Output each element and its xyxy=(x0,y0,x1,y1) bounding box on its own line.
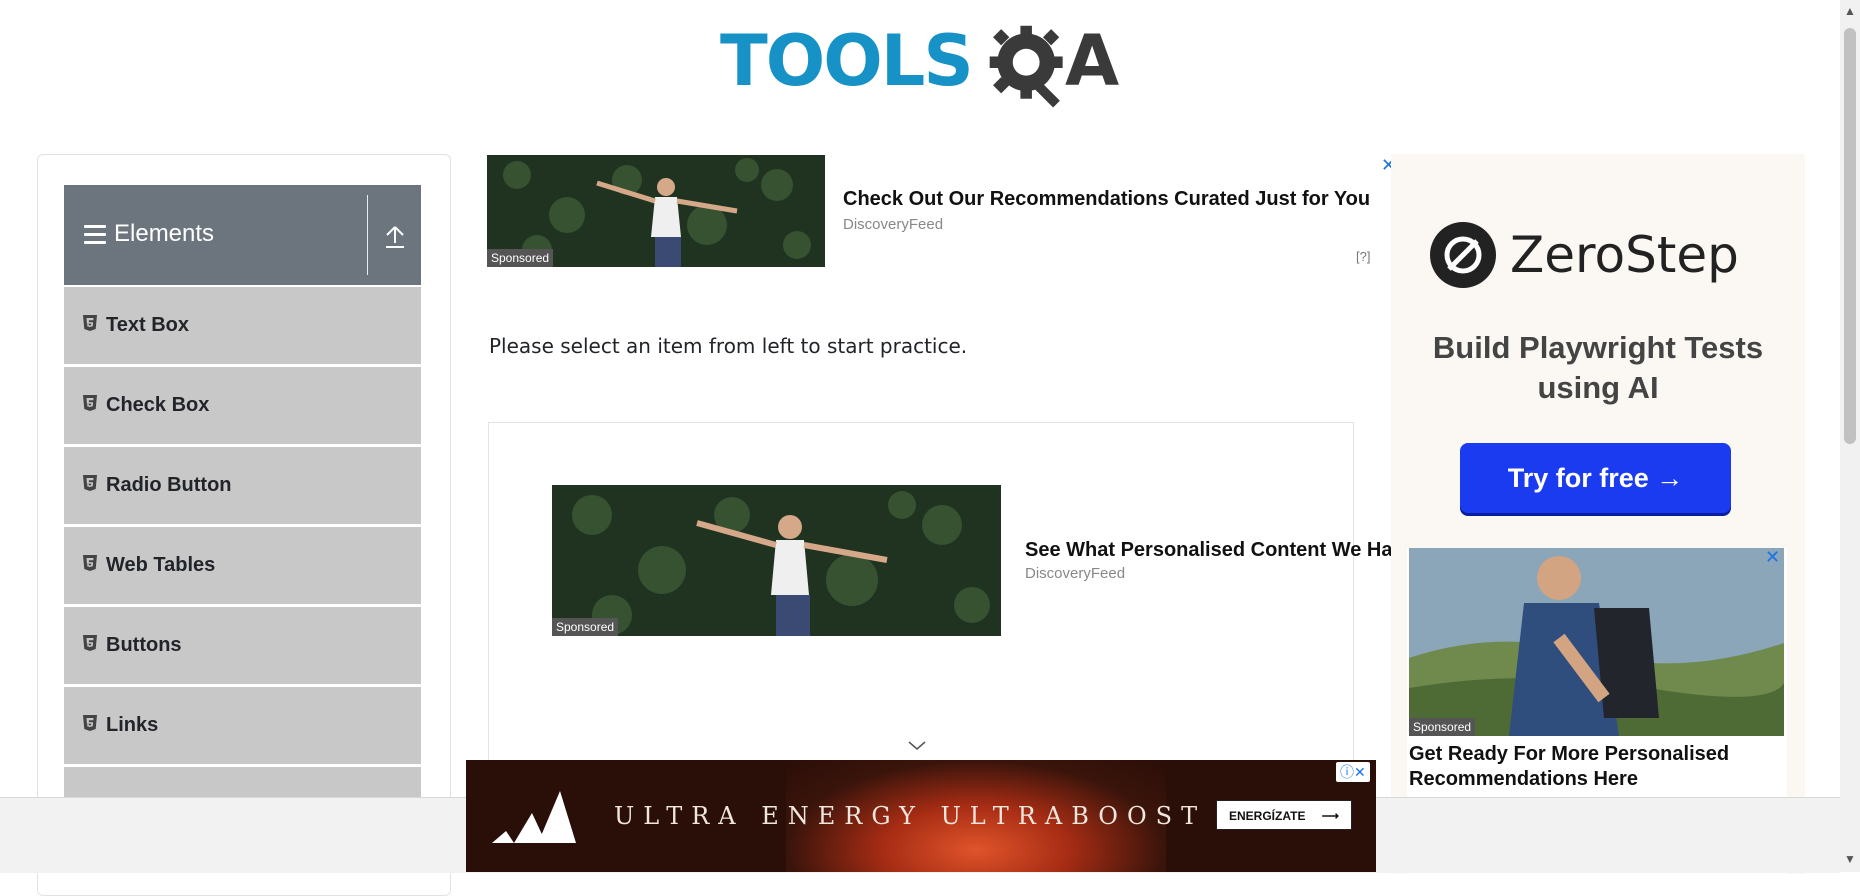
scroll-down-icon[interactable]: ▼ xyxy=(1844,852,1856,866)
ad-help-link[interactable]: [?] xyxy=(1356,249,1370,264)
hamburger-icon xyxy=(84,225,106,249)
html5-icon xyxy=(83,635,97,651)
zerostep-tagline: Build Playwright Tests using AI xyxy=(1432,330,1764,405)
ad-source[interactable]: DiscoveryFeed xyxy=(843,216,943,233)
sidebar-item-label: Radio Button xyxy=(106,474,232,496)
ad-image[interactable]: Sponsored xyxy=(552,485,1001,636)
ad-photo xyxy=(552,485,1001,636)
elements-group-header[interactable]: Elements xyxy=(64,185,421,285)
logo-text-tools: TOOLS xyxy=(720,20,974,102)
sidebar-item-check-box[interactable]: Check Box xyxy=(64,367,421,447)
sidebar-item-label: Links xyxy=(106,714,159,736)
sidebar-item-text-box[interactable]: Text Box xyxy=(64,287,421,367)
scroll-up-icon[interactable]: ▲ xyxy=(1844,4,1856,18)
ad-title[interactable]: Get Ready For More Personalised Recommen… xyxy=(1409,742,1784,792)
scrollbar-thumb[interactable] xyxy=(1844,28,1856,444)
gear-search-icon xyxy=(989,25,1063,108)
cta-label: ENERGÍZATE xyxy=(1229,809,1306,823)
adchoices-icon[interactable]: ⓘ✕ xyxy=(1336,762,1370,782)
adidas-logo-icon xyxy=(492,791,576,843)
ad-image[interactable]: Sponsored xyxy=(487,155,825,267)
close-icon[interactable]: ✕ xyxy=(1765,547,1780,568)
sponsored-label: Sponsored xyxy=(1409,718,1476,736)
html5-icon xyxy=(83,715,97,731)
logo-text-a: A xyxy=(1065,20,1120,102)
sidebar-item-web-tables[interactable]: Web Tables xyxy=(64,527,421,607)
html5-icon xyxy=(83,315,97,331)
group-title: Elements xyxy=(114,220,215,247)
ad-image[interactable]: Sponsored xyxy=(1409,548,1784,736)
zerostep-brand: ZeroStep xyxy=(1510,226,1739,284)
ad-photo xyxy=(1409,548,1784,736)
ad-title[interactable]: See What Personalised Content We Ha xyxy=(1025,539,1393,562)
ad-title[interactable]: Check Out Our Recommendations Curated Ju… xyxy=(843,188,1370,211)
energizate-button[interactable]: ENERGÍZATE ⟶ xyxy=(1216,800,1352,830)
zerostep-logo-icon xyxy=(1430,222,1496,288)
collapse-arrow-icon[interactable] xyxy=(382,221,408,251)
ad-source[interactable]: DiscoveryFeed xyxy=(1025,565,1125,582)
header-divider xyxy=(367,195,368,275)
toolsqa-logo[interactable]: TOOLS A xyxy=(720,18,1125,116)
arrow-right-icon: ⟶ xyxy=(1321,809,1339,823)
sidebar-item-label: Web Tables xyxy=(106,554,216,576)
sponsored-label: Sponsored xyxy=(487,249,554,267)
html5-icon xyxy=(83,475,97,491)
try-for-free-button[interactable]: Try for free → xyxy=(1460,443,1731,513)
sidebar-item-links[interactable]: Links xyxy=(64,687,421,767)
html5-icon xyxy=(83,395,97,411)
sidebar-item-label: Buttons xyxy=(106,634,182,656)
sidebar-item-label: Check Box xyxy=(106,394,210,416)
sidebar-item-buttons[interactable]: Buttons xyxy=(64,607,421,687)
sidebar-item-radio-button[interactable]: Radio Button xyxy=(64,447,421,527)
instruction-text: Please select an item from left to start… xyxy=(489,334,968,358)
adidas-banner-ad[interactable]: ULTRA ENERGY ULTRABOOST ENERGÍZATE ⟶ ⓘ✕ xyxy=(466,760,1376,872)
ad-slogan: ULTRA ENERGY ULTRABOOST xyxy=(614,802,1207,830)
sponsored-label: Sponsored xyxy=(552,618,619,636)
chevron-down-icon[interactable] xyxy=(906,738,928,754)
sidebar-item-label: Text Box xyxy=(106,314,189,336)
html5-icon xyxy=(83,555,97,571)
